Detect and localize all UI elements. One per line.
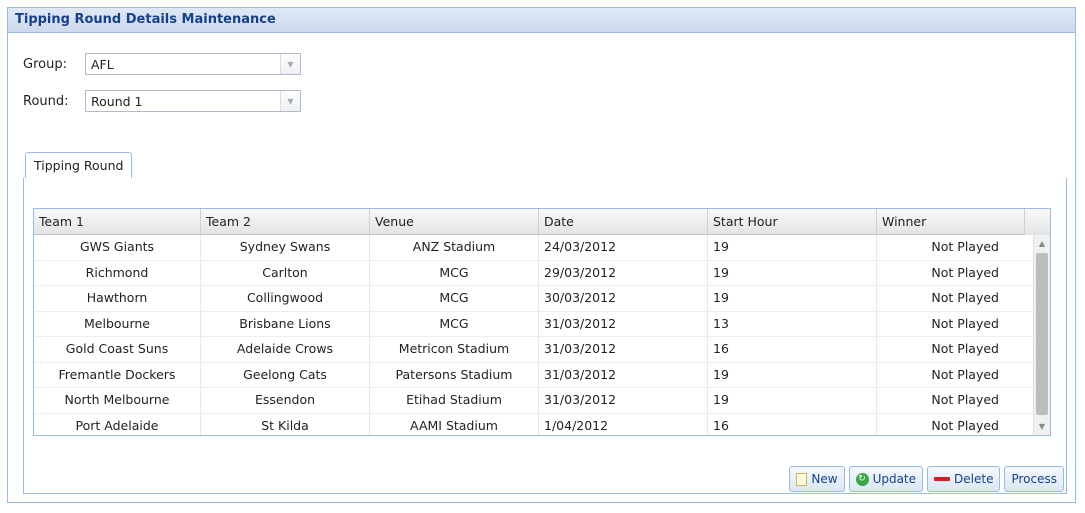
- cell-team2[interactable]: Carlton: [201, 260, 370, 285]
- cell-start-hour[interactable]: 16: [708, 413, 877, 435]
- table-row[interactable]: Melbourne Brisbane Lions MCG 31/03/2012 13 No…: [34, 311, 1050, 337]
- scrollbar-thumb[interactable]: [1036, 253, 1048, 415]
- cell-venue[interactable]: MCG: [370, 286, 539, 311]
- cell-team1[interactable]: Hawthorn: [34, 286, 201, 311]
- cell-team2[interactable]: Sydney Swans: [201, 235, 370, 260]
- cell-team2[interactable]: Brisbane Lions: [201, 311, 370, 336]
- cell-start-hour[interactable]: 19: [708, 286, 877, 311]
- cell-winner[interactable]: Not Played: [877, 311, 1046, 336]
- maintenance-panel: Tipping Round Details Maintenance Group:…: [7, 7, 1076, 503]
- cell-date[interactable]: 30/03/2012: [539, 286, 708, 311]
- table-row[interactable]: Fremantle Dockers Geelong Cats Patersons S…: [34, 362, 1050, 388]
- cell-winner[interactable]: Not Played: [877, 235, 1046, 260]
- grid-scrollbar[interactable]: ▲ ▼: [1033, 235, 1050, 435]
- process-button[interactable]: Process: [1004, 466, 1064, 492]
- cell-date[interactable]: 1/04/2012: [539, 413, 708, 435]
- tab-body: Team 1 Team 2 Venue Date Start Hour Winn…: [23, 178, 1067, 494]
- cell-start-hour[interactable]: 19: [708, 260, 877, 285]
- panel-title: Tipping Round Details Maintenance: [8, 8, 1075, 33]
- round-combo[interactable]: Round 1 ▼: [85, 90, 301, 112]
- column-header-date[interactable]: Date: [539, 209, 708, 234]
- cell-venue[interactable]: Patersons Stadium: [370, 362, 539, 387]
- delete-minus-icon: [934, 477, 951, 481]
- cell-start-hour[interactable]: 19: [708, 362, 877, 387]
- grid-header: Team 1 Team 2 Venue Date Start Hour Winn…: [34, 209, 1050, 235]
- new-button[interactable]: New: [789, 466, 845, 492]
- cell-date[interactable]: 31/03/2012: [539, 337, 708, 362]
- new-document-icon: [796, 472, 808, 486]
- grid-body: GWS Giants Sydney Swans ANZ Stadium 24/03/2…: [34, 235, 1050, 435]
- tipping-round-grid: Team 1 Team 2 Venue Date Start Hour Winn…: [33, 208, 1051, 436]
- cell-team1[interactable]: Richmond: [34, 260, 201, 285]
- tab-tipping-round[interactable]: Tipping Round: [25, 152, 133, 180]
- group-combo[interactable]: AFL ▼: [85, 53, 301, 75]
- refresh-icon: ↻: [855, 472, 869, 486]
- cell-team1[interactable]: Melbourne: [34, 311, 201, 336]
- cell-date[interactable]: 31/03/2012: [539, 362, 708, 387]
- group-field: Group: AFL ▼: [23, 53, 301, 75]
- cell-start-hour[interactable]: 16: [708, 337, 877, 362]
- cell-team2[interactable]: Essendon: [201, 388, 370, 413]
- cell-venue[interactable]: MCG: [370, 311, 539, 336]
- scroll-corner: [1024, 209, 1050, 235]
- cell-start-hour[interactable]: 19: [708, 235, 877, 260]
- cell-venue[interactable]: MCG: [370, 260, 539, 285]
- tab-strip: Tipping Round: [23, 149, 1067, 180]
- column-header-team2[interactable]: Team 2: [201, 209, 370, 234]
- cell-venue[interactable]: Etihad Stadium: [370, 388, 539, 413]
- new-button-label: New: [811, 472, 838, 486]
- table-row[interactable]: Hawthorn Collingwood MCG 30/03/2012 19 Not Pl…: [34, 286, 1050, 312]
- chevron-down-icon[interactable]: ▼: [280, 91, 300, 111]
- cell-winner[interactable]: Not Played: [877, 413, 1046, 435]
- delete-button-label: Delete: [954, 472, 994, 486]
- table-row[interactable]: North Melbourne Essendon Etihad Stadium 31/…: [34, 388, 1050, 414]
- group-label: Group:: [23, 56, 67, 72]
- scroll-up-icon[interactable]: ▲: [1034, 235, 1050, 252]
- column-header-winner[interactable]: Winner: [877, 209, 1046, 234]
- scroll-down-icon[interactable]: ▼: [1034, 418, 1050, 435]
- cell-date[interactable]: 24/03/2012: [539, 235, 708, 260]
- group-combo-value[interactable]: AFL: [86, 57, 280, 72]
- delete-button[interactable]: Delete: [927, 466, 1001, 492]
- column-header-venue[interactable]: Venue: [370, 209, 539, 234]
- cell-date[interactable]: 31/03/2012: [539, 311, 708, 336]
- cell-team1[interactable]: Fremantle Dockers: [34, 362, 201, 387]
- cell-winner[interactable]: Not Played: [877, 388, 1046, 413]
- column-header-team1[interactable]: Team 1: [34, 209, 201, 234]
- cell-venue[interactable]: AAMI Stadium: [370, 413, 539, 435]
- round-combo-value[interactable]: Round 1: [86, 94, 280, 109]
- cell-team1[interactable]: Gold Coast Suns: [34, 337, 201, 362]
- chevron-down-icon[interactable]: ▼: [280, 54, 300, 74]
- cell-date[interactable]: 31/03/2012: [539, 388, 708, 413]
- update-button-label: Update: [872, 472, 917, 486]
- update-button[interactable]: ↻ Update: [848, 466, 924, 492]
- process-button-label: Process: [1011, 472, 1057, 486]
- table-row[interactable]: Richmond Carlton MCG 29/03/2012 19 Not Played: [34, 260, 1050, 286]
- cell-date[interactable]: 29/03/2012: [539, 260, 708, 285]
- table-row[interactable]: Port Adelaide St Kilda AAMI Stadium 1/04/20…: [34, 413, 1050, 435]
- table-row[interactable]: GWS Giants Sydney Swans ANZ Stadium 24/03/2…: [34, 235, 1050, 261]
- cell-venue[interactable]: Metricon Stadium: [370, 337, 539, 362]
- cell-winner[interactable]: Not Played: [877, 362, 1046, 387]
- cell-team2[interactable]: St Kilda: [201, 413, 370, 435]
- cell-venue[interactable]: ANZ Stadium: [370, 235, 539, 260]
- cell-team1[interactable]: North Melbourne: [34, 388, 201, 413]
- cell-team2[interactable]: Geelong Cats: [201, 362, 370, 387]
- cell-team2[interactable]: Adelaide Crows: [201, 337, 370, 362]
- cell-team1[interactable]: GWS Giants: [34, 235, 201, 260]
- table-row[interactable]: Gold Coast Suns Adelaide Crows Metricon St…: [34, 337, 1050, 363]
- cell-winner[interactable]: Not Played: [877, 337, 1046, 362]
- cell-start-hour[interactable]: 13: [708, 311, 877, 336]
- cell-winner[interactable]: Not Played: [877, 260, 1046, 285]
- action-buttons: New ↻ Update Delete Process: [789, 466, 1064, 492]
- column-header-start-hour[interactable]: Start Hour: [708, 209, 877, 234]
- cell-team1[interactable]: Port Adelaide: [34, 413, 201, 435]
- cell-winner[interactable]: Not Played: [877, 286, 1046, 311]
- cell-team2[interactable]: Collingwood: [201, 286, 370, 311]
- round-field: Round: Round 1 ▼: [23, 90, 301, 112]
- round-label: Round:: [23, 93, 69, 109]
- cell-start-hour[interactable]: 19: [708, 388, 877, 413]
